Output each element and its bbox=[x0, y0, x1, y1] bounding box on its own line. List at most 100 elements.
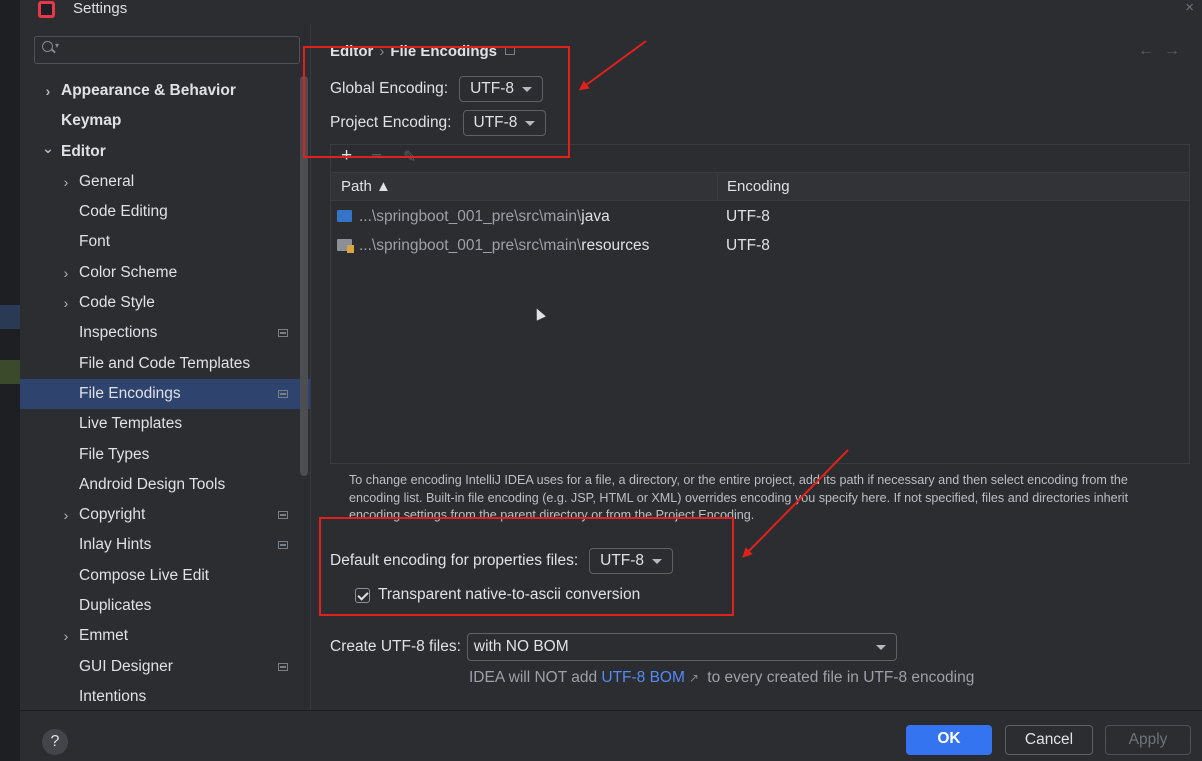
edit-icon[interactable]: ✎ bbox=[403, 147, 416, 167]
sidebar-item-label: Compose Live Edit bbox=[79, 566, 210, 584]
dialog-footer: ? OK Cancel Apply bbox=[20, 710, 1202, 761]
create-utf8-label: Create UTF-8 files: bbox=[330, 638, 461, 655]
remove-icon[interactable]: − bbox=[371, 145, 382, 167]
sidebar-item-android-design-tools[interactable]: Android Design Tools bbox=[20, 470, 310, 500]
row-path-leaf: resources bbox=[581, 237, 650, 254]
sidebar-item-label: Editor bbox=[61, 142, 106, 160]
path-column-header[interactable]: Path ▲ bbox=[341, 173, 391, 201]
sidebar-item-font[interactable]: Font bbox=[20, 227, 310, 257]
sidebar-item-label: File Types bbox=[79, 445, 150, 463]
sidebar-item-code-style[interactable]: › Code Style bbox=[20, 288, 310, 318]
sidebar-item-copyright[interactable]: › Copyright bbox=[20, 500, 310, 530]
column-divider[interactable] bbox=[717, 173, 718, 201]
sidebar-scrollbar[interactable] bbox=[300, 76, 308, 476]
sidebar-item-intentions[interactable]: Intentions bbox=[20, 682, 310, 710]
sidebar-item-color-scheme[interactable]: › Color Scheme bbox=[20, 258, 310, 288]
row-path: ...\springboot_001_pre\src\main\resource… bbox=[359, 231, 649, 260]
add-icon[interactable]: + bbox=[341, 145, 352, 167]
project-encoding-label: Project Encoding: bbox=[330, 114, 452, 131]
sidebar-item-label: Color Scheme bbox=[79, 263, 178, 281]
chevron-right-icon[interactable]: › bbox=[59, 288, 73, 318]
close-icon[interactable]: × bbox=[1185, 0, 1194, 16]
cancel-button[interactable]: Cancel bbox=[1005, 725, 1093, 755]
sidebar-item-code-editing[interactable]: Code Editing bbox=[20, 197, 310, 227]
dropdown-arrow-icon bbox=[652, 558, 663, 564]
file-encodings-panel: Editor › File Encodings ←→ Global Encoding… bbox=[311, 24, 1202, 710]
dropdown-arrow-icon bbox=[525, 120, 536, 126]
path-encoding-table: Path ▲ Encoding ...\springboot_001_pre\s… bbox=[330, 172, 1190, 464]
sidebar-item-label: Appearance & Behavior bbox=[61, 82, 236, 99]
breadcrumb-parent[interactable]: Editor bbox=[330, 43, 373, 60]
table-row[interactable]: ...\springboot_001_pre\src\main\resource… bbox=[331, 231, 1189, 260]
sidebar-item-label: Code Editing bbox=[79, 203, 168, 221]
chevron-right-icon[interactable]: › bbox=[59, 167, 73, 197]
row-path-prefix: ...\springboot_001_pre\src\main\ bbox=[359, 237, 582, 254]
sidebar-item-label: Intentions bbox=[79, 687, 147, 705]
native-to-ascii-label[interactable]: Transparent native-to-ascii conversion bbox=[378, 586, 640, 604]
dropdown-arrow-icon bbox=[875, 645, 886, 650]
ok-button[interactable]: OK bbox=[906, 725, 992, 755]
sidebar-item-inlay-hints[interactable]: Inlay Hints bbox=[20, 530, 310, 560]
sidebar-item-gui-designer[interactable]: GUI Designer bbox=[20, 652, 310, 682]
search-input[interactable]: ▾ bbox=[34, 36, 300, 64]
title-bar: Settings × bbox=[20, 0, 1202, 22]
properties-encoding-select[interactable]: UTF-8 bbox=[589, 548, 674, 574]
bom-note-text: IDEA will NOT add bbox=[469, 669, 602, 686]
sidebar-item-label: File and Code Templates bbox=[79, 354, 251, 372]
sidebar-item-duplicates[interactable]: Duplicates bbox=[20, 591, 310, 621]
sidebar-item-appearance-behavior[interactable]: › Appearance & Behavior bbox=[20, 76, 310, 106]
search-history-chevron-icon[interactable]: ▾ bbox=[55, 41, 59, 50]
background-window-edge bbox=[0, 0, 20, 761]
background-window-fragment bbox=[0, 305, 20, 329]
sidebar-item-label: Duplicates bbox=[79, 597, 152, 615]
chevron-right-icon[interactable]: › bbox=[59, 500, 73, 530]
sidebar-item-file-types[interactable]: File Types bbox=[20, 440, 310, 470]
chevron-right-icon[interactable]: › bbox=[41, 76, 55, 106]
row-path-leaf: java bbox=[581, 208, 610, 225]
row-path: ...\springboot_001_pre\src\main\java bbox=[359, 202, 610, 231]
dropdown-arrow-icon bbox=[521, 86, 532, 92]
row-encoding[interactable]: UTF-8 bbox=[726, 231, 770, 260]
help-button[interactable]: ? bbox=[42, 729, 68, 755]
encoding-help-text: To change encoding IntelliJ IDEA uses fo… bbox=[349, 473, 1129, 522]
sidebar-item-editor[interactable]: ⌄ Editor bbox=[20, 137, 310, 167]
create-utf8-select[interactable]: with NO BOM bbox=[466, 633, 897, 661]
native-to-ascii-checkbox[interactable] bbox=[355, 587, 370, 603]
properties-encoding-label: Default encoding for properties files: bbox=[330, 552, 579, 569]
encoding-column-header[interactable]: Encoding bbox=[727, 173, 790, 201]
chevron-right-icon[interactable]: › bbox=[59, 621, 73, 651]
global-encoding-select[interactable]: UTF-8 bbox=[459, 76, 543, 102]
table-header: Path ▲ Encoding bbox=[331, 173, 1189, 201]
sidebar-item-live-templates[interactable]: Live Templates bbox=[20, 409, 310, 439]
create-utf8-value: with NO BOM bbox=[473, 638, 569, 655]
sidebar-item-label: File Encodings bbox=[79, 384, 181, 402]
breadcrumb-separator: › bbox=[379, 43, 385, 60]
utf8-bom-link[interactable]: UTF-8 BOM bbox=[601, 669, 685, 686]
resources-folder-icon bbox=[337, 239, 354, 253]
sidebar-item-file-and-code-templates[interactable]: File and Code Templates bbox=[20, 349, 310, 379]
sidebar-item-file-encodings[interactable]: File Encodings bbox=[20, 378, 310, 410]
sidebar-item-label: GUI Designer bbox=[79, 657, 173, 675]
create-utf8-row: Create UTF-8 files: with NO BOM bbox=[330, 633, 897, 661]
sidebar-item-compose-live-edit[interactable]: Compose Live Edit bbox=[20, 561, 310, 591]
back-arrow-icon[interactable]: ← bbox=[1138, 42, 1164, 59]
project-encoding-select[interactable]: UTF-8 bbox=[462, 110, 547, 136]
apply-button[interactable]: Apply bbox=[1105, 725, 1191, 755]
window-title: Settings bbox=[73, 0, 128, 17]
sidebar-item-general[interactable]: › General bbox=[20, 167, 310, 197]
search-icon bbox=[42, 41, 53, 52]
row-encoding[interactable]: UTF-8 bbox=[726, 202, 770, 231]
global-encoding-label: Global Encoding: bbox=[330, 80, 449, 97]
sidebar-item-inspections[interactable]: Inspections bbox=[20, 318, 310, 348]
sidebar-item-keymap[interactable]: Keymap bbox=[20, 106, 310, 136]
settings-tree: › Appearance & Behavior Keymap ⌄ Editor › Gene… bbox=[20, 76, 310, 710]
table-row[interactable]: ...\springboot_001_pre\src\main\java UTF… bbox=[331, 202, 1189, 231]
native-to-ascii-row[interactable]: Transparent native-to-ascii conversion bbox=[355, 586, 640, 604]
chevron-down-icon[interactable]: ⌄ bbox=[41, 133, 55, 163]
project-encoding-row: Project Encoding: UTF-8 bbox=[330, 110, 547, 136]
sidebar-item-label: Copyright bbox=[79, 506, 146, 524]
forward-arrow-icon[interactable]: → bbox=[1164, 42, 1190, 59]
chevron-right-icon[interactable]: › bbox=[59, 258, 73, 288]
settings-dialog: Settings × ▾ › Appearance & Behavior Keyma… bbox=[20, 0, 1202, 761]
sidebar-item-emmet[interactable]: › Emmet bbox=[20, 621, 310, 651]
